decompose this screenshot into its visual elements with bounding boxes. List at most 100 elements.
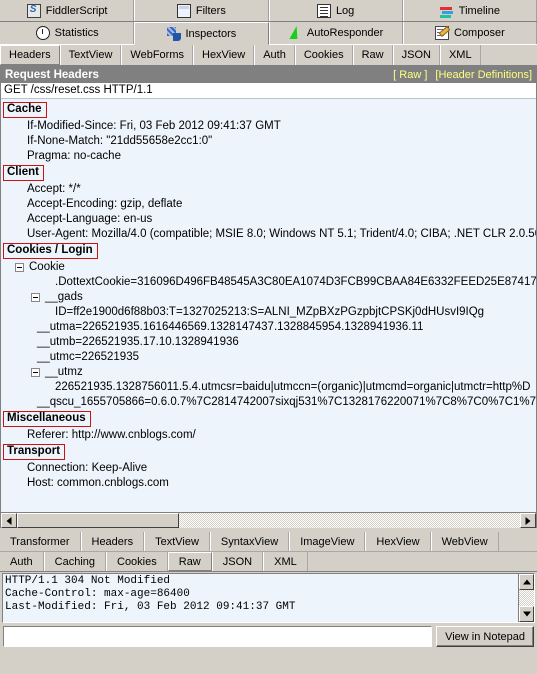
response-tab-webview[interactable]: WebView	[430, 532, 499, 551]
composer-pencil-icon	[435, 26, 449, 40]
utmz-label: __utmz	[45, 366, 83, 378]
scroll-track[interactable]	[17, 513, 520, 528]
clock-icon	[35, 26, 50, 40]
header-line[interactable]: Host: common.cnblogs.com	[1, 476, 536, 491]
inspectors-icon	[166, 26, 181, 41]
scroll-down-arrow-icon[interactable]	[519, 606, 534, 622]
response-tab-raw[interactable]: Raw	[167, 552, 212, 571]
request-tab-auth[interactable]: Auth	[254, 45, 295, 65]
request-line[interactable]: GET /css/reset.css HTTP/1.1	[1, 83, 536, 99]
main-tab-row-1: FiddlerScript Filters Log Timeline	[0, 0, 537, 22]
find-input[interactable]	[3, 626, 433, 647]
header-line[interactable]: If-None-Match: "21dd55658e2cc1:0"	[1, 134, 536, 149]
cookie-tree-utmz[interactable]: __utmz	[1, 365, 536, 380]
timeline-icon	[439, 4, 454, 18]
section-header-miscellaneous[interactable]: Miscellaneous	[3, 411, 91, 427]
request-tab-json[interactable]: JSON	[392, 45, 440, 65]
headers-tree[interactable]: Cache If-Modified-Since: Fri, 03 Feb 201…	[1, 99, 536, 512]
titlebar-links: [ Raw ] [Header Definitions]	[393, 69, 532, 81]
cookie-value-dottext[interactable]: .DottextCookie=316096D496FB48545A3C80EA1…	[1, 275, 536, 290]
request-tab-textview[interactable]: TextView	[59, 45, 122, 65]
find-row: View in Notepad	[3, 626, 534, 647]
header-line[interactable]: Accept: */*	[1, 182, 536, 197]
header-line[interactable]: Pragma: no-cache	[1, 149, 536, 164]
response-inspector-tabs-row-1: Transformer Headers TextView SyntaxView …	[0, 532, 537, 552]
request-horizontal-scrollbar[interactable]	[1, 512, 536, 528]
request-tab-cookies[interactable]: Cookies	[294, 45, 353, 65]
section-header-client[interactable]: Client	[3, 165, 44, 181]
header-line[interactable]: User-Agent: Mozilla/4.0 (compatible; MSI…	[1, 227, 536, 242]
request-tab-webforms[interactable]: WebForms	[121, 45, 193, 65]
tab-filters[interactable]: Filters	[134, 0, 269, 21]
response-tab-caching[interactable]: Caching	[43, 552, 106, 571]
log-icon	[316, 3, 331, 18]
request-tab-headers[interactable]: Headers	[0, 45, 60, 65]
cookie-value-utma[interactable]: __utma=226521935.1616446569.1328147437.1…	[1, 320, 536, 335]
header-line[interactable]: Referer: http://www.cnblogs.com/	[1, 428, 536, 443]
request-tab-raw[interactable]: Raw	[352, 45, 393, 65]
main-tab-row-2: Statistics Inspectors AutoResponder Comp…	[0, 22, 537, 45]
cookie-value-utmc[interactable]: __utmc=226521935	[1, 350, 536, 365]
section-header-cookies-login[interactable]: Cookies / Login	[3, 243, 98, 259]
response-tab-transformer[interactable]: Transformer	[0, 532, 81, 551]
header-line[interactable]: Accept-Encoding: gzip, deflate	[1, 197, 536, 212]
response-tab-cookies[interactable]: Cookies	[106, 552, 168, 571]
cookie-root-label: Cookie	[29, 261, 65, 273]
response-vertical-scrollbar[interactable]	[518, 574, 534, 622]
header-line[interactable]: Accept-Language: en-us	[1, 212, 536, 227]
response-inspector-tabs-row-2: Auth Caching Cookies Raw JSON XML	[0, 552, 537, 572]
response-tab-xml[interactable]: XML	[263, 552, 308, 571]
collapse-icon[interactable]	[15, 263, 24, 272]
collapse-icon[interactable]	[31, 293, 40, 302]
script-icon	[26, 3, 41, 18]
request-headers-titlebar: Request Headers [ Raw ] [Header Definiti…	[1, 66, 536, 83]
filter-checkbox-icon	[176, 3, 191, 18]
scroll-thumb[interactable]	[17, 513, 179, 528]
tab-label: Timeline	[458, 4, 500, 17]
scroll-left-arrow-icon[interactable]	[1, 513, 17, 528]
scroll-up-arrow-icon[interactable]	[519, 574, 534, 590]
request-inspector-tabs: Headers TextView WebForms HexView Auth C…	[0, 45, 537, 66]
cookie-tree-gads[interactable]: __gads	[1, 290, 536, 305]
gads-label: __gads	[45, 291, 83, 303]
tab-inspectors[interactable]: Inspectors	[134, 22, 269, 45]
tab-label: FiddlerScript	[45, 4, 108, 17]
response-tab-auth[interactable]: Auth	[0, 552, 44, 571]
response-tab-hexview[interactable]: HexView	[365, 532, 431, 551]
response-raw-box: HTTP/1.1 304 Not Modified Cache-Control:…	[2, 573, 535, 623]
header-line[interactable]: Connection: Keep-Alive	[1, 461, 536, 476]
status-filler	[0, 647, 537, 655]
main-tab-strip: FiddlerScript Filters Log Timeline Stati…	[0, 0, 537, 45]
collapse-icon[interactable]	[31, 368, 40, 377]
response-tab-headers[interactable]: Headers	[80, 532, 145, 551]
request-tab-hexview[interactable]: HexView	[193, 45, 255, 65]
header-line[interactable]: If-Modified-Since: Fri, 03 Feb 2012 09:4…	[1, 119, 536, 134]
response-tab-syntaxview[interactable]: SyntaxView	[209, 532, 290, 551]
tab-composer[interactable]: Composer	[402, 22, 537, 44]
section-header-cache[interactable]: Cache	[3, 102, 47, 118]
request-tab-xml[interactable]: XML	[439, 45, 481, 65]
cookie-value-utmb[interactable]: __utmb=226521935.17.10.1328941936	[1, 335, 536, 350]
tab-fiddlerscript[interactable]: FiddlerScript	[0, 0, 135, 21]
tab-label: Statistics	[54, 27, 99, 39]
view-in-notepad-button[interactable]: View in Notepad	[436, 626, 534, 647]
tab-label: Inspectors	[185, 27, 237, 40]
cookie-value-gads[interactable]: ID=ff2e1900d6f88b03:T=1327025213:S=ALNI_…	[1, 305, 536, 320]
response-tab-json[interactable]: JSON	[211, 552, 264, 571]
tab-statistics[interactable]: Statistics	[0, 22, 135, 44]
cookie-tree-root[interactable]: Cookie	[1, 260, 536, 275]
response-raw-text[interactable]: HTTP/1.1 304 Not Modified Cache-Control:…	[3, 574, 518, 622]
section-header-transport[interactable]: Transport	[3, 444, 66, 460]
scroll-right-arrow-icon[interactable]	[520, 513, 536, 528]
response-tab-textview[interactable]: TextView	[144, 532, 210, 551]
lightning-bolt-icon	[288, 26, 302, 40]
scroll-track[interactable]	[519, 590, 534, 606]
cookie-value-qscu[interactable]: __qscu_1655705866=0.6.0.7%7C2814742007si…	[1, 395, 536, 410]
tab-log[interactable]: Log	[268, 0, 403, 21]
tab-timeline[interactable]: Timeline	[402, 0, 537, 21]
raw-link[interactable]: [ Raw ]	[393, 69, 427, 81]
cookie-value-utmz[interactable]: 226521935.1328756011.5.4.utmcsr=baidu|ut…	[1, 380, 536, 395]
tab-autoresponder[interactable]: AutoResponder	[268, 22, 403, 44]
response-tab-imageview[interactable]: ImageView	[289, 532, 366, 551]
header-definitions-link[interactable]: [Header Definitions]	[435, 69, 532, 81]
